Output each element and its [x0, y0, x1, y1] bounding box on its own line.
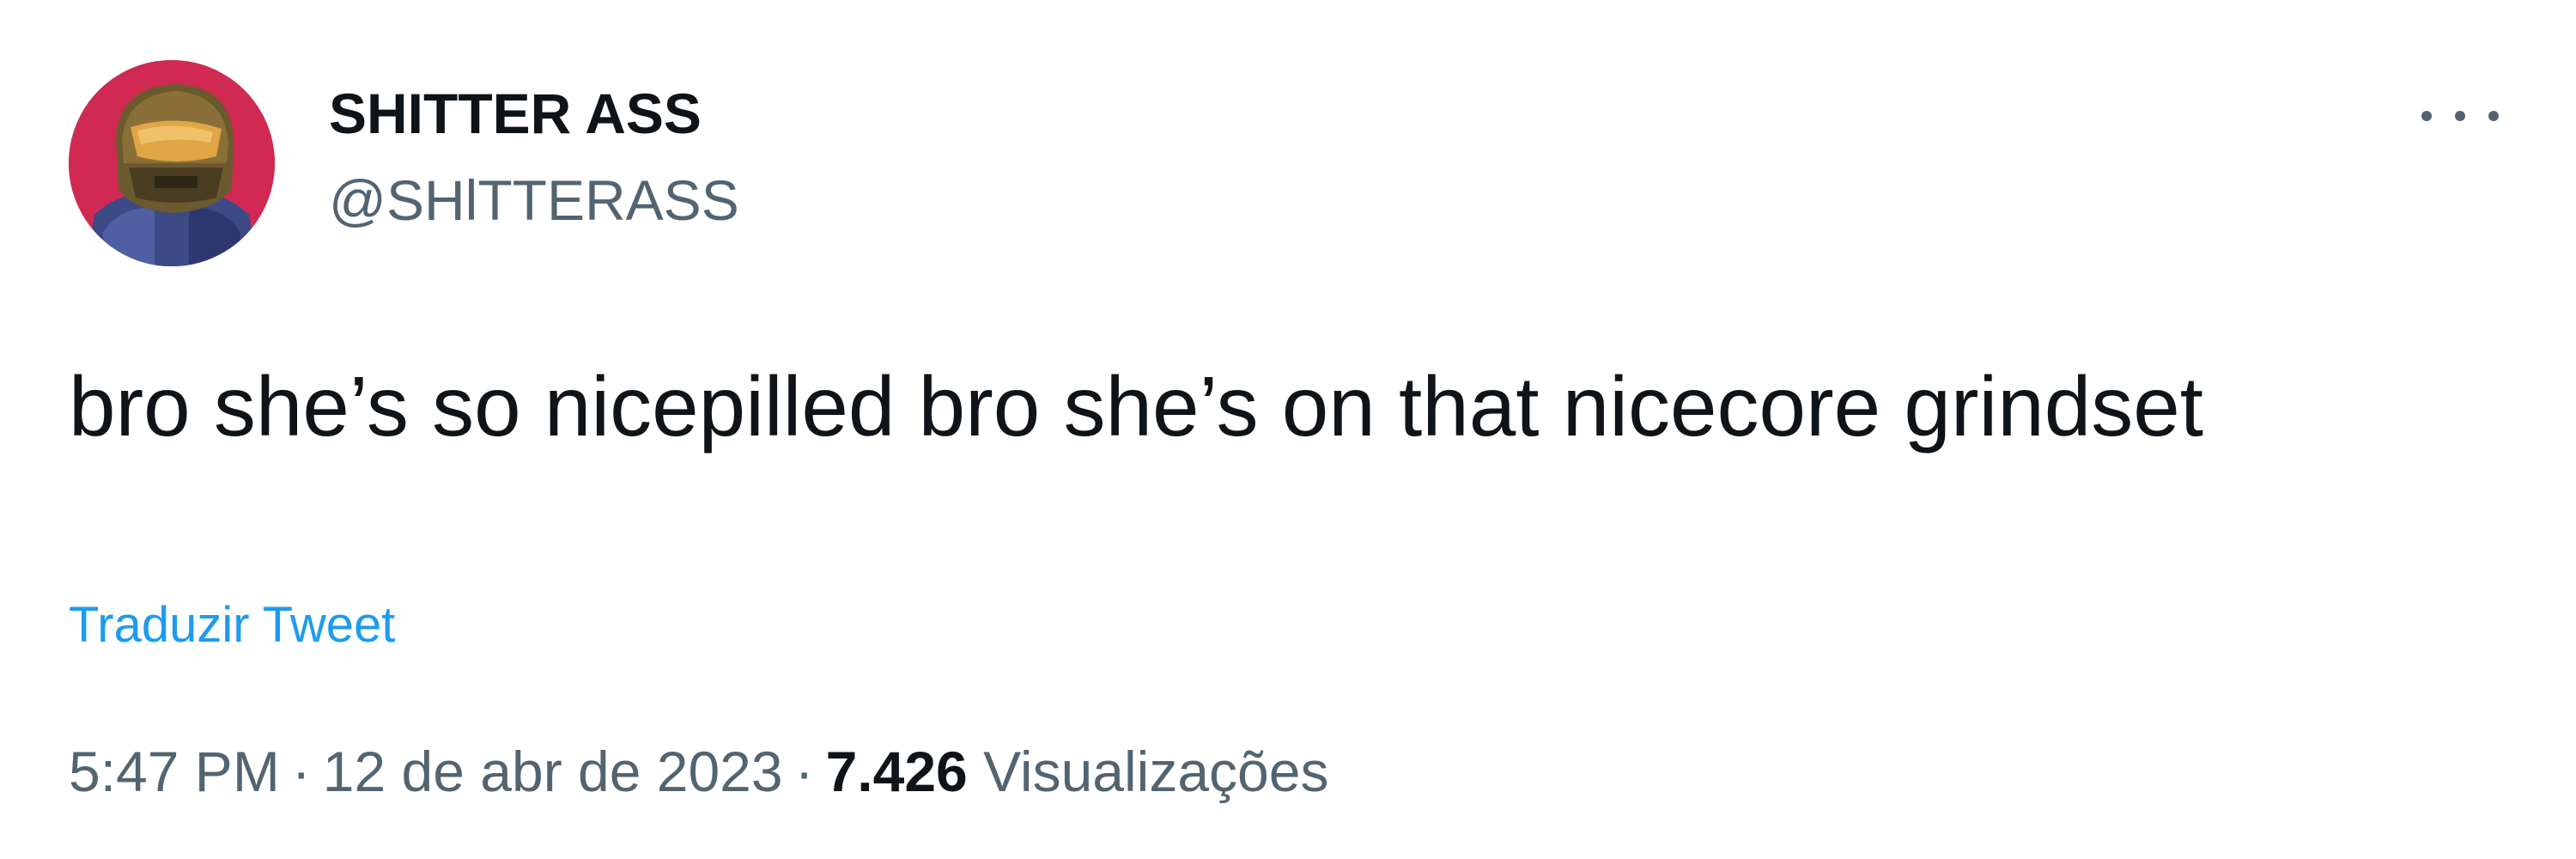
- more-dot: [2421, 111, 2432, 121]
- halo-helmet-icon: [69, 60, 275, 266]
- tweet-card: SHITTER ASS @SHlTTERASS bro she’s so nic…: [0, 0, 2576, 859]
- author-avatar[interactable]: [69, 60, 275, 266]
- author-handle[interactable]: @SHlTTERASS: [329, 166, 739, 235]
- tweet-time[interactable]: 5:47 PM: [69, 740, 280, 803]
- tweet-metadata: 5:47 PM · 12 de abr de 2023 · 7.426 Visualiz…: [69, 737, 1328, 806]
- tweet-date[interactable]: 12 de abr de 2023: [323, 740, 783, 803]
- views-count: 7.426: [825, 740, 968, 803]
- more-options-icon[interactable]: [2421, 94, 2499, 137]
- more-dot: [2455, 111, 2465, 121]
- author-display-name[interactable]: SHITTER ASS: [329, 79, 702, 148]
- translate-tweet-link[interactable]: Traduzir Tweet: [69, 593, 395, 658]
- tweet-text: bro she’s so nicepilled bro she’s on tha…: [69, 359, 2203, 454]
- separator: ·: [291, 740, 311, 803]
- separator: ·: [794, 740, 814, 803]
- views-label: Visualizações: [983, 740, 1329, 803]
- more-dot: [2488, 111, 2499, 121]
